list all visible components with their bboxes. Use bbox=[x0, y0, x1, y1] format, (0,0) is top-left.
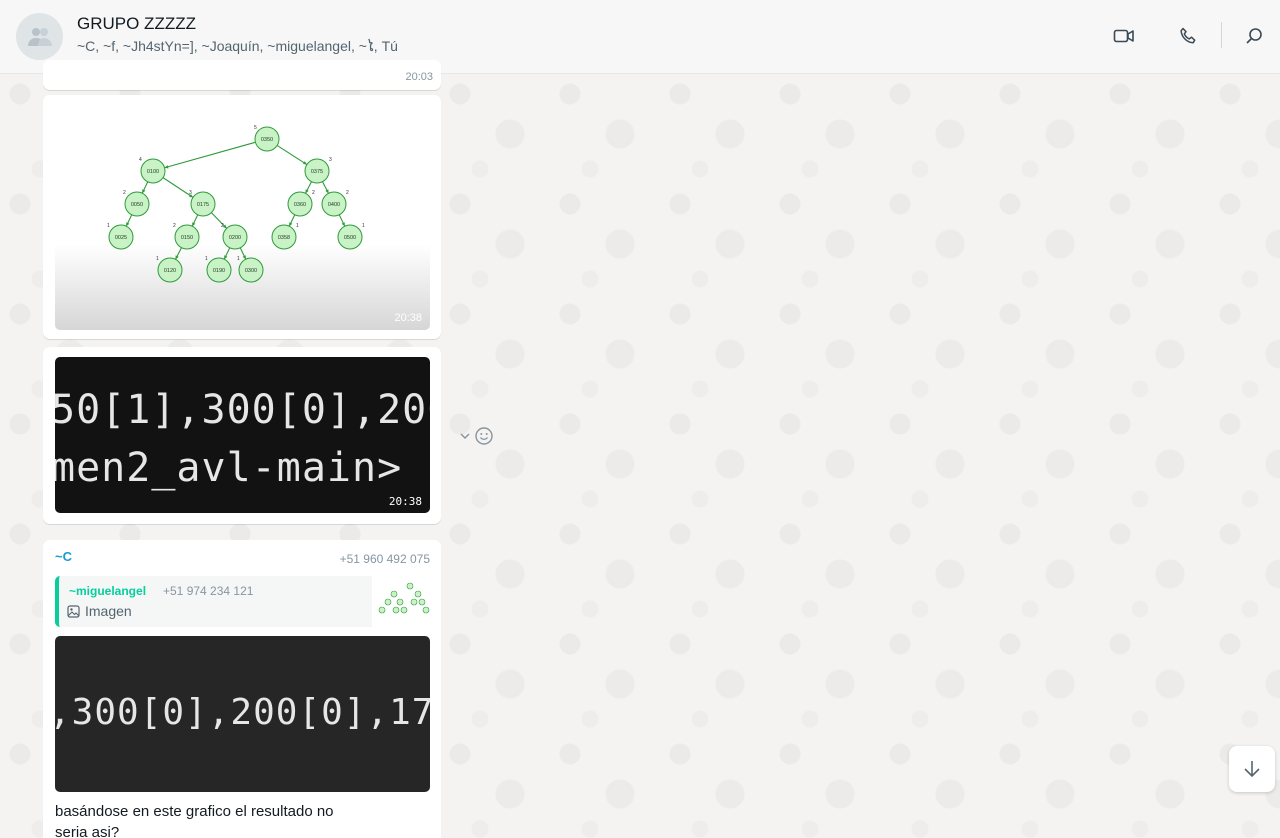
tree-node-height: 1 bbox=[156, 256, 159, 262]
message-bubble-reply[interactable]: ~C +51 960 492 075 ~miguelangel +51 974 … bbox=[43, 540, 441, 838]
terminal-line: men2_avl-main> [] bbox=[55, 445, 430, 491]
search-button[interactable] bbox=[1240, 22, 1268, 50]
tree-node-height: 2 bbox=[346, 190, 349, 196]
tree-edge bbox=[164, 141, 256, 169]
quoted-sender: ~miguelangel bbox=[69, 584, 147, 598]
tree-node-height: 1 bbox=[205, 256, 208, 262]
group-members: ~C, ~f, ~Jh4stYn=], ~Joaquín, ~miguelang… bbox=[77, 38, 398, 54]
avl-tree-diagram: 0350 5 0100 4 0375 3 0050 2 0175 3 0360 2 0400 2 0025 1… bbox=[107, 125, 365, 283]
group-avatar[interactable] bbox=[16, 13, 63, 60]
message-bubble-previous[interactable]: 20:03 bbox=[43, 60, 441, 90]
tree-node-label: 0050 bbox=[131, 202, 143, 208]
tree-thumbnail bbox=[378, 582, 430, 614]
message-text: basándose en este grafico el resultado n… bbox=[55, 801, 385, 838]
sender-phone: +51 960 492 075 bbox=[339, 552, 430, 566]
tree-node-label: 0358 bbox=[278, 235, 290, 241]
video-call-button[interactable] bbox=[1110, 22, 1138, 50]
tree-node-height: 3 bbox=[329, 157, 332, 163]
tree-node-label: 0500 bbox=[344, 235, 356, 241]
message-time: 20:38 bbox=[394, 312, 422, 324]
emoji-react-icon[interactable] bbox=[474, 426, 494, 446]
tree-node-label: 0100 bbox=[147, 169, 159, 175]
tree-node-height: 1 bbox=[107, 223, 110, 229]
group-icon bbox=[27, 27, 52, 46]
tree-node-height: 3 bbox=[189, 190, 192, 196]
tree-node-height: 2 bbox=[123, 190, 126, 196]
tree-node-label: 0190 bbox=[213, 268, 225, 274]
tree-node-height: 2 bbox=[312, 190, 315, 196]
terminal-image[interactable]: 50[1],300[0],200[ men2_avl-main> [] 20:3… bbox=[55, 357, 430, 513]
tree-node-label: 0400 bbox=[328, 202, 340, 208]
tree-node-label: 0150 bbox=[181, 235, 193, 241]
tree-node-label: 0200 bbox=[229, 235, 241, 241]
message-text-line: basándose en este grafico el resultado n… bbox=[55, 803, 334, 820]
group-name[interactable]: GRUPO ZZZZZ bbox=[77, 14, 196, 34]
sender-name[interactable]: ~C bbox=[55, 549, 72, 564]
tree-node-label: 0375 bbox=[311, 169, 323, 175]
tree-node-height: 1 bbox=[362, 223, 365, 229]
voice-call-button[interactable] bbox=[1174, 22, 1202, 50]
tree-node-label: 0300 bbox=[245, 268, 257, 274]
tree-node-label: 0025 bbox=[115, 235, 127, 241]
message-time: 20:03 bbox=[405, 71, 433, 83]
voice-call-icon bbox=[1180, 27, 1196, 44]
terminal-image[interactable]: ,300[0],200[0],175 bbox=[55, 636, 430, 792]
video-call-icon bbox=[1113, 29, 1134, 43]
message-time: 20:38 bbox=[388, 495, 422, 508]
message-bubble-image[interactable]: 50[1],300[0],200[ men2_avl-main> [] 20:3… bbox=[43, 347, 441, 524]
scroll-to-bottom-button[interactable] bbox=[1229, 746, 1275, 792]
message-bubble-image[interactable]: 0350 5 0100 4 0375 3 0050 2 0175 3 0360 2 0400 2 0025 1… bbox=[43, 95, 441, 339]
terminal-line: ,300[0],200[0],175 bbox=[55, 692, 430, 733]
tree-node-height: 1 bbox=[237, 256, 240, 262]
tree-node-label: 0120 bbox=[164, 268, 176, 274]
quoted-phone: +51 974 234 121 bbox=[163, 584, 254, 598]
tree-node-height: 1 bbox=[296, 223, 299, 229]
tree-edge bbox=[276, 145, 308, 165]
quoted-media-type: Imagen bbox=[67, 603, 132, 619]
tree-node-label: 0175 bbox=[197, 202, 209, 208]
image-icon bbox=[67, 604, 80, 618]
search-icon bbox=[1246, 28, 1262, 44]
tree-node-label: 0360 bbox=[294, 202, 306, 208]
quoted-media-label: Imagen bbox=[85, 603, 132, 619]
chevron-down-icon[interactable] bbox=[458, 429, 472, 443]
tree-node-height: 4 bbox=[139, 157, 142, 163]
tree-node-height: 5 bbox=[254, 125, 257, 131]
header-divider bbox=[1221, 22, 1222, 48]
tree-image[interactable]: 0350 5 0100 4 0375 3 0050 2 0175 3 0360 2 0400 2 0025 1… bbox=[55, 104, 430, 330]
tree-node-height: 2 bbox=[221, 223, 224, 229]
terminal-line: 50[1],300[0],200[ bbox=[55, 387, 430, 433]
quoted-message[interactable]: ~miguelangel +51 974 234 121 Imagen bbox=[55, 576, 430, 627]
tree-node-label: 0350 bbox=[261, 137, 273, 143]
message-actions[interactable] bbox=[458, 426, 498, 446]
arrow-down-icon bbox=[1244, 761, 1260, 778]
message-text-line: seria asi? bbox=[55, 824, 120, 838]
quoted-thumbnail bbox=[372, 576, 430, 627]
tree-node-height: 2 bbox=[173, 223, 176, 229]
